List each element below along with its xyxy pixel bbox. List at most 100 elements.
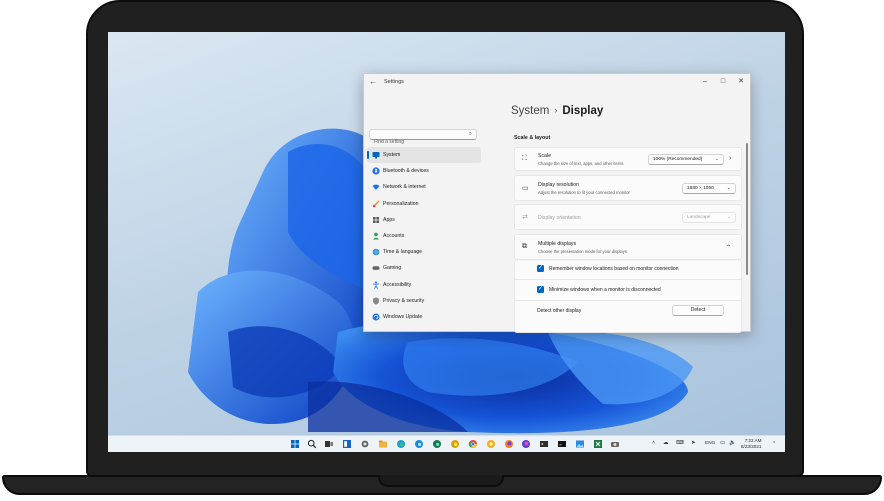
orientation-icon: ⇄ [522, 214, 528, 221]
sidebar-item-system[interactable]: System [367, 147, 481, 164]
sidebar-nav: System Bluetooth & devices Network & int… [367, 147, 483, 325]
orientation-dropdown: Landscape ⌄ [682, 212, 736, 223]
scrollbar[interactable] [746, 143, 748, 275]
scale-card: ⛶ Scale Change the size of text, apps, a… [514, 147, 742, 171]
search-input[interactable] [370, 137, 464, 147]
maximize-icon[interactable]: □ [716, 76, 730, 88]
title-bar: ← Settings – □ ✕ [364, 74, 750, 92]
laptop-notch [378, 475, 504, 487]
settings-gear-icon[interactable] [360, 439, 370, 449]
clock[interactable]: 7:22 AM 6/23/2021 [741, 438, 761, 450]
edge-dev-icon[interactable] [432, 439, 442, 449]
minimize-windows-checkbox[interactable]: ✓ [537, 286, 544, 293]
terminal-icon[interactable] [539, 439, 549, 449]
update-icon [372, 313, 380, 321]
minimize-windows-label: Minimize windows when a monitor is disco… [549, 287, 661, 293]
bluetooth-icon [372, 167, 380, 175]
sidebar-item-label: Gaming [383, 265, 402, 272]
sidebar-item-network[interactable]: Network & internet [367, 179, 481, 195]
sidebar-item-personalization[interactable]: Personalization [367, 196, 481, 212]
person-icon [372, 232, 380, 240]
sidebar-item-privacy[interactable]: Privacy & security [367, 293, 481, 309]
sidebar-item-gaming[interactable]: Gaming [367, 260, 481, 276]
gamepad-icon [372, 264, 380, 272]
multiple-displays-card[interactable]: ⧉ Multiple displays Choose the presentat… [514, 234, 742, 260]
sidebar-item-label: Time & language [383, 249, 423, 256]
sidebar-item-label: Network & internet [383, 184, 426, 191]
search-icon: ⌕ [468, 131, 472, 137]
breadcrumb: System › Display [511, 105, 603, 117]
language-indicator[interactable]: ENG [705, 441, 715, 446]
sidebar-item-bluetooth[interactable]: Bluetooth & devices [367, 163, 481, 179]
sidebar-item-label: Accessibility [383, 281, 412, 288]
sidebar-item-time-language[interactable]: Time & language [367, 244, 481, 260]
sidebar-item-label: Apps [383, 216, 395, 223]
cloud-icon[interactable]: ☁ [663, 440, 669, 446]
close-icon[interactable]: ✕ [734, 76, 748, 88]
sidebar-item-accounts[interactable]: Accounts [367, 228, 481, 244]
sidebar-item-windows-update[interactable]: Windows Update [367, 309, 481, 325]
multiple-displays-desc: Choose the presentation mode for your di… [538, 249, 627, 254]
sidebar-item-label: Windows Update [383, 313, 423, 320]
sidebar-item-apps[interactable]: Apps [367, 212, 481, 228]
divider [514, 279, 742, 280]
keyboard-icon[interactable]: ⌨ [676, 440, 684, 446]
edge-beta-icon[interactable] [414, 439, 424, 449]
scale-value: 100% (Recommended) [653, 157, 703, 162]
globe-icon [372, 248, 380, 256]
resolution-card: ▭ Display resolution Adjust the resoluti… [514, 175, 742, 201]
sidebar-item-label: System [383, 152, 401, 158]
file-explorer-icon[interactable] [378, 439, 388, 449]
detect-button[interactable]: Detect [672, 305, 724, 316]
edge-canary-icon[interactable] [450, 439, 460, 449]
start-icon[interactable] [290, 439, 300, 449]
multiple-displays-icon: ⧉ [522, 243, 527, 250]
edge-icon[interactable] [396, 439, 406, 449]
task-view-icon[interactable] [324, 439, 334, 449]
minimize-icon[interactable]: – [698, 76, 712, 88]
location-icon[interactable]: ➤ [691, 440, 696, 446]
chrome-icon[interactable] [468, 439, 478, 449]
scale-dropdown[interactable]: 100% (Recommended) ⌄ [648, 154, 724, 165]
photos-icon[interactable] [575, 439, 585, 449]
firefox-icon[interactable] [504, 439, 514, 449]
search-icon[interactable] [307, 439, 317, 449]
orientation-value: Landscape [687, 215, 711, 220]
shield-icon [372, 297, 380, 305]
resolution-dropdown[interactable]: 1680 × 1050 ⌄ [682, 183, 736, 194]
search-box[interactable]: ⌕ [369, 129, 477, 147]
desktop-screen: ← Settings – □ ✕ ⌕ System Bluetooth & de… [108, 32, 785, 452]
chevron-up-icon[interactable]: › [726, 244, 733, 246]
resolution-title: Display resolution [538, 182, 579, 188]
breadcrumb-separator: › [554, 105, 558, 115]
widgets-icon[interactable] [342, 439, 352, 449]
console-icon[interactable] [557, 439, 567, 449]
apps-icon [372, 216, 380, 224]
taskbar: ˄ ☁ ⌨ ➤ ENG ▭ 🔈 7:22 AM 6/23/2021 ◔ [108, 435, 785, 452]
chrome-canary-icon[interactable] [486, 439, 496, 449]
camera-icon[interactable] [610, 439, 620, 449]
back-arrow-icon[interactable]: ← [369, 77, 377, 86]
clock-date: 6/23/2021 [741, 444, 762, 449]
network-icon[interactable]: ▭ [720, 440, 725, 446]
chevron-down-icon: ⌄ [726, 214, 731, 220]
scale-icon: ⛶ [522, 155, 527, 162]
firefox-nightly-icon[interactable] [521, 439, 531, 449]
remember-windows-checkbox[interactable]: ✓ [537, 265, 544, 272]
orientation-card: ⇄ Display orientation Landscape ⌄ [514, 204, 742, 230]
excel-icon[interactable] [593, 439, 603, 449]
remember-windows-label: Remember window locations based on monit… [549, 266, 679, 272]
brush-icon [372, 200, 380, 208]
chevron-down-icon: ⌄ [726, 185, 731, 191]
detect-display-label: Detect other display [537, 308, 582, 314]
breadcrumb-parent[interactable]: System [511, 105, 549, 117]
divider [514, 300, 742, 301]
volume-icon[interactable]: 🔈 [729, 440, 736, 446]
sidebar-item-accessibility[interactable]: Accessibility [367, 277, 481, 293]
chevron-up-icon[interactable]: ˄ [652, 440, 655, 446]
chevron-right-icon[interactable]: › [729, 155, 731, 162]
notification-icon[interactable]: ◔ [772, 440, 775, 446]
orientation-title: Display orientation [538, 215, 581, 221]
chevron-down-icon: ⌄ [714, 156, 719, 162]
resolution-desc: Adjust the resolution to fit your connec… [538, 190, 630, 195]
